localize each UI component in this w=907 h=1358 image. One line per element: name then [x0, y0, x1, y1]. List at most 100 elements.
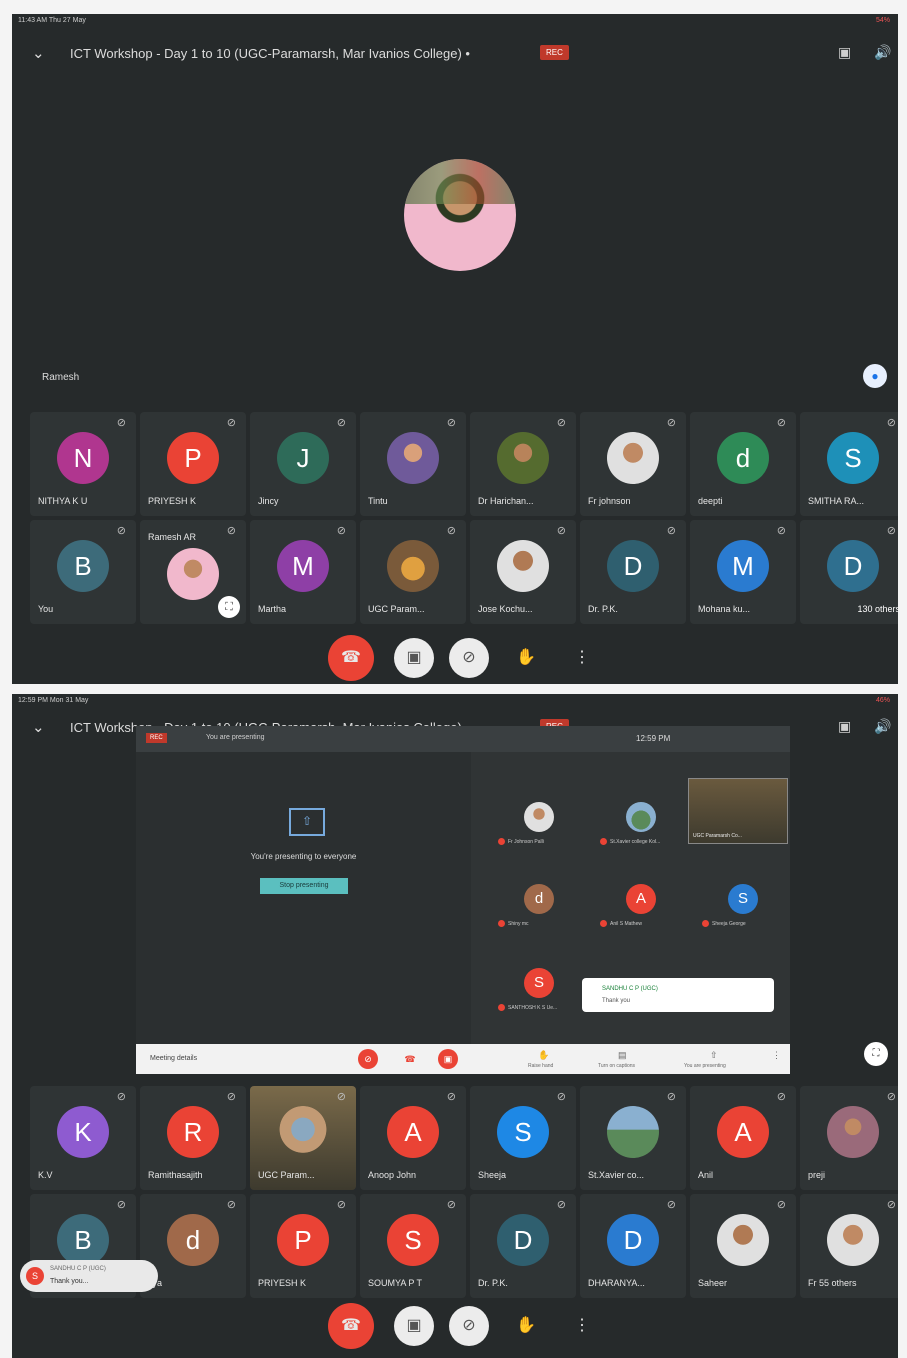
chat-notification[interactable]: SANDHU C P (UGC) Thank you	[582, 978, 774, 1012]
shared-participant-tile: S Sheeja George	[692, 880, 792, 936]
camera-off-icon[interactable]: ▣	[438, 1049, 458, 1069]
mic-off-icon: ⊘	[556, 1199, 566, 1211]
participant-tile[interactable]: ⊘ preji	[800, 1086, 898, 1190]
mic-off-icon: ⊘	[336, 1091, 346, 1103]
participant-tile[interactable]: ⊘ Tintu	[360, 412, 466, 516]
participant-tile[interactable]: ⊘ R Ramithasajith	[140, 1086, 246, 1190]
participant-name: Saheer	[698, 1278, 728, 1288]
more-options-icon[interactable]: ⋮	[772, 1050, 781, 1061]
shared-participant-tile: d Shiny mc	[488, 880, 588, 936]
participant-tile-self[interactable]: ⊘ B You	[30, 520, 136, 624]
mic-off-icon: ⊘	[666, 525, 676, 537]
participant-name: DHARANYA...	[588, 1278, 645, 1288]
avatar-photo	[717, 1214, 769, 1266]
avatar-photo	[827, 1106, 879, 1158]
participant-tile[interactable]: ⊘ Jose Kochu...	[470, 520, 576, 624]
end-call-button[interactable]: ☎	[328, 1303, 374, 1349]
avatar-photo	[497, 432, 549, 484]
mic-off-icon: ⊘	[226, 1199, 236, 1211]
participant-tile[interactable]: ⊘ D Dr. P.K.	[580, 520, 686, 624]
speaker-icon[interactable]: 🔊	[874, 718, 891, 735]
participant-tile[interactable]: ⊘ S SMITHA RA...	[800, 412, 898, 516]
participant-tile[interactable]: ⊘ M Martha	[250, 520, 356, 624]
participant-name: UGC Param...	[368, 604, 425, 614]
avatar: P	[277, 1214, 329, 1266]
participant-tile[interactable]: ⊘ A Anoop John	[360, 1086, 466, 1190]
participant-name: Jincy	[258, 496, 279, 506]
participant-tile[interactable]: ⊘ Dr Harichan...	[470, 412, 576, 516]
chat-toast[interactable]: S SANDHU C P (UGC) Thank you...	[20, 1260, 158, 1292]
raise-hand-button[interactable]: ✋	[506, 638, 546, 678]
participant-tile[interactable]: ⊘ Saheer	[690, 1194, 796, 1298]
avatar: K	[57, 1106, 109, 1158]
avatar: D	[607, 1214, 659, 1266]
status-bar: 11:43 AM Thu 27 May 54%	[12, 14, 898, 30]
mic-off-icon[interactable]: ⊘	[358, 1049, 378, 1069]
participant-tile[interactable]: ⊘ D DHARANYA...	[580, 1194, 686, 1298]
present-icon[interactable]: ⇧	[710, 1050, 718, 1061]
raise-hand-button[interactable]: ✋	[506, 1306, 546, 1346]
participant-tile[interactable]: ⊘ S Sheeja	[470, 1086, 576, 1190]
mic-off-icon: ⊘	[116, 1091, 126, 1103]
participant-name: PRIYESH K	[148, 496, 197, 506]
mic-off-icon: ⊘	[886, 525, 896, 537]
mic-off-button[interactable]: ⊘	[449, 1306, 489, 1346]
avatar: S	[728, 884, 758, 914]
participant-tile[interactable]: ⊘ N NITHYA K U	[30, 412, 136, 516]
meet-screenshot-1: 11:43 AM Thu 27 May 54% ⌄ ICT Workshop -…	[12, 14, 898, 684]
participant-tile[interactable]: ⊘ P PRIYESH K	[250, 1194, 356, 1298]
participant-name: Tintu	[368, 496, 388, 506]
participant-name: deepti	[698, 496, 723, 506]
participant-name: SOUMYA P T	[368, 1278, 423, 1288]
participant-tile[interactable]: ⊘ UGC Param...	[360, 520, 466, 624]
camera-switch-icon[interactable]: ▣	[838, 718, 851, 735]
avatar: M	[717, 540, 769, 592]
more-options-button[interactable]: ⋮	[562, 638, 602, 678]
participant-tile[interactable]: ⊘ S SOUMYA P T	[360, 1194, 466, 1298]
notification-message: Thank you	[602, 998, 631, 1004]
avatar: S	[524, 968, 554, 998]
participant-tile[interactable]: ⊘ K K.V	[30, 1086, 136, 1190]
chevron-down-icon[interactable]: ⌄	[32, 718, 45, 736]
end-call-button[interactable]: ☎	[328, 635, 374, 681]
camera-off-button[interactable]: ▣	[394, 638, 434, 678]
participant-tile[interactable]: ⊘ d deepti	[690, 412, 796, 516]
end-call-icon[interactable]: ☎	[400, 1049, 420, 1069]
others-tile[interactable]: ⊘ D 130 others	[800, 520, 898, 624]
speaker-icon[interactable]: 🔊	[874, 44, 891, 61]
participant-tile[interactable]: ⊘ J Jincy	[250, 412, 356, 516]
camera-off-button[interactable]: ▣	[394, 1306, 434, 1346]
participant-grid-row-1: ⊘ K K.V ⊘ R Ramithasajith ⊘ UGC Param... ⊘ A An…	[30, 1086, 898, 1190]
participant-tile[interactable]: ⊘ M Mohana ku...	[690, 520, 796, 624]
others-tile[interactable]: ⊘ Fr 55 others	[800, 1194, 898, 1298]
shared-participant-tile: S SANTHOSH K S Ue...	[488, 964, 588, 1020]
captions-icon[interactable]: ▤	[618, 1050, 627, 1061]
participant-tile[interactable]: ⊘ St.Xavier co...	[580, 1086, 686, 1190]
mic-off-icon: ⊘	[776, 1091, 786, 1103]
participant-grid-row-2: ⊘B ⊘dvya ⊘PPRIYESH K ⊘SSOUMYA P T ⊘DDr. …	[30, 1194, 898, 1298]
participant-name: Anil	[698, 1170, 714, 1180]
participant-tile[interactable]: ⊘ P PRIYESH K	[140, 412, 246, 516]
stop-presenting-button[interactable]: Stop presenting	[260, 878, 348, 894]
raise-hand-icon[interactable]: ✋	[538, 1050, 549, 1061]
more-options-button[interactable]: ⋮	[562, 1306, 602, 1346]
mic-off-button[interactable]: ⊘	[449, 638, 489, 678]
fullscreen-icon[interactable]: ⛶	[218, 596, 240, 618]
avatar: S	[26, 1267, 44, 1285]
fullscreen-icon[interactable]: ⛶	[864, 1042, 888, 1066]
chevron-down-icon[interactable]: ⌄	[32, 44, 45, 62]
avatar-photo	[387, 540, 439, 592]
participant-name: Anil S Mathew	[600, 920, 642, 927]
participant-name: Dr. P.K.	[478, 1278, 508, 1288]
camera-switch-icon[interactable]: ▣	[838, 44, 851, 61]
participant-tile[interactable]: ⊘ Ramesh AR ⛶	[140, 520, 246, 624]
participant-tile[interactable]: ⊘ Fr johnson	[580, 412, 686, 516]
mic-off-icon	[498, 1004, 505, 1011]
participant-tile[interactable]: ⊘ D Dr. P.K.	[470, 1194, 576, 1298]
mic-off-icon: ⊘	[446, 1199, 456, 1211]
presenting-message: You're presenting to everyone	[250, 852, 357, 861]
participant-tile[interactable]: ⊘ A Anil	[690, 1086, 796, 1190]
meeting-details-button[interactable]: Meeting details	[150, 1055, 197, 1062]
participant-video-tile[interactable]: ⊘ UGC Param...	[250, 1086, 356, 1190]
avatar: D	[497, 1214, 549, 1266]
